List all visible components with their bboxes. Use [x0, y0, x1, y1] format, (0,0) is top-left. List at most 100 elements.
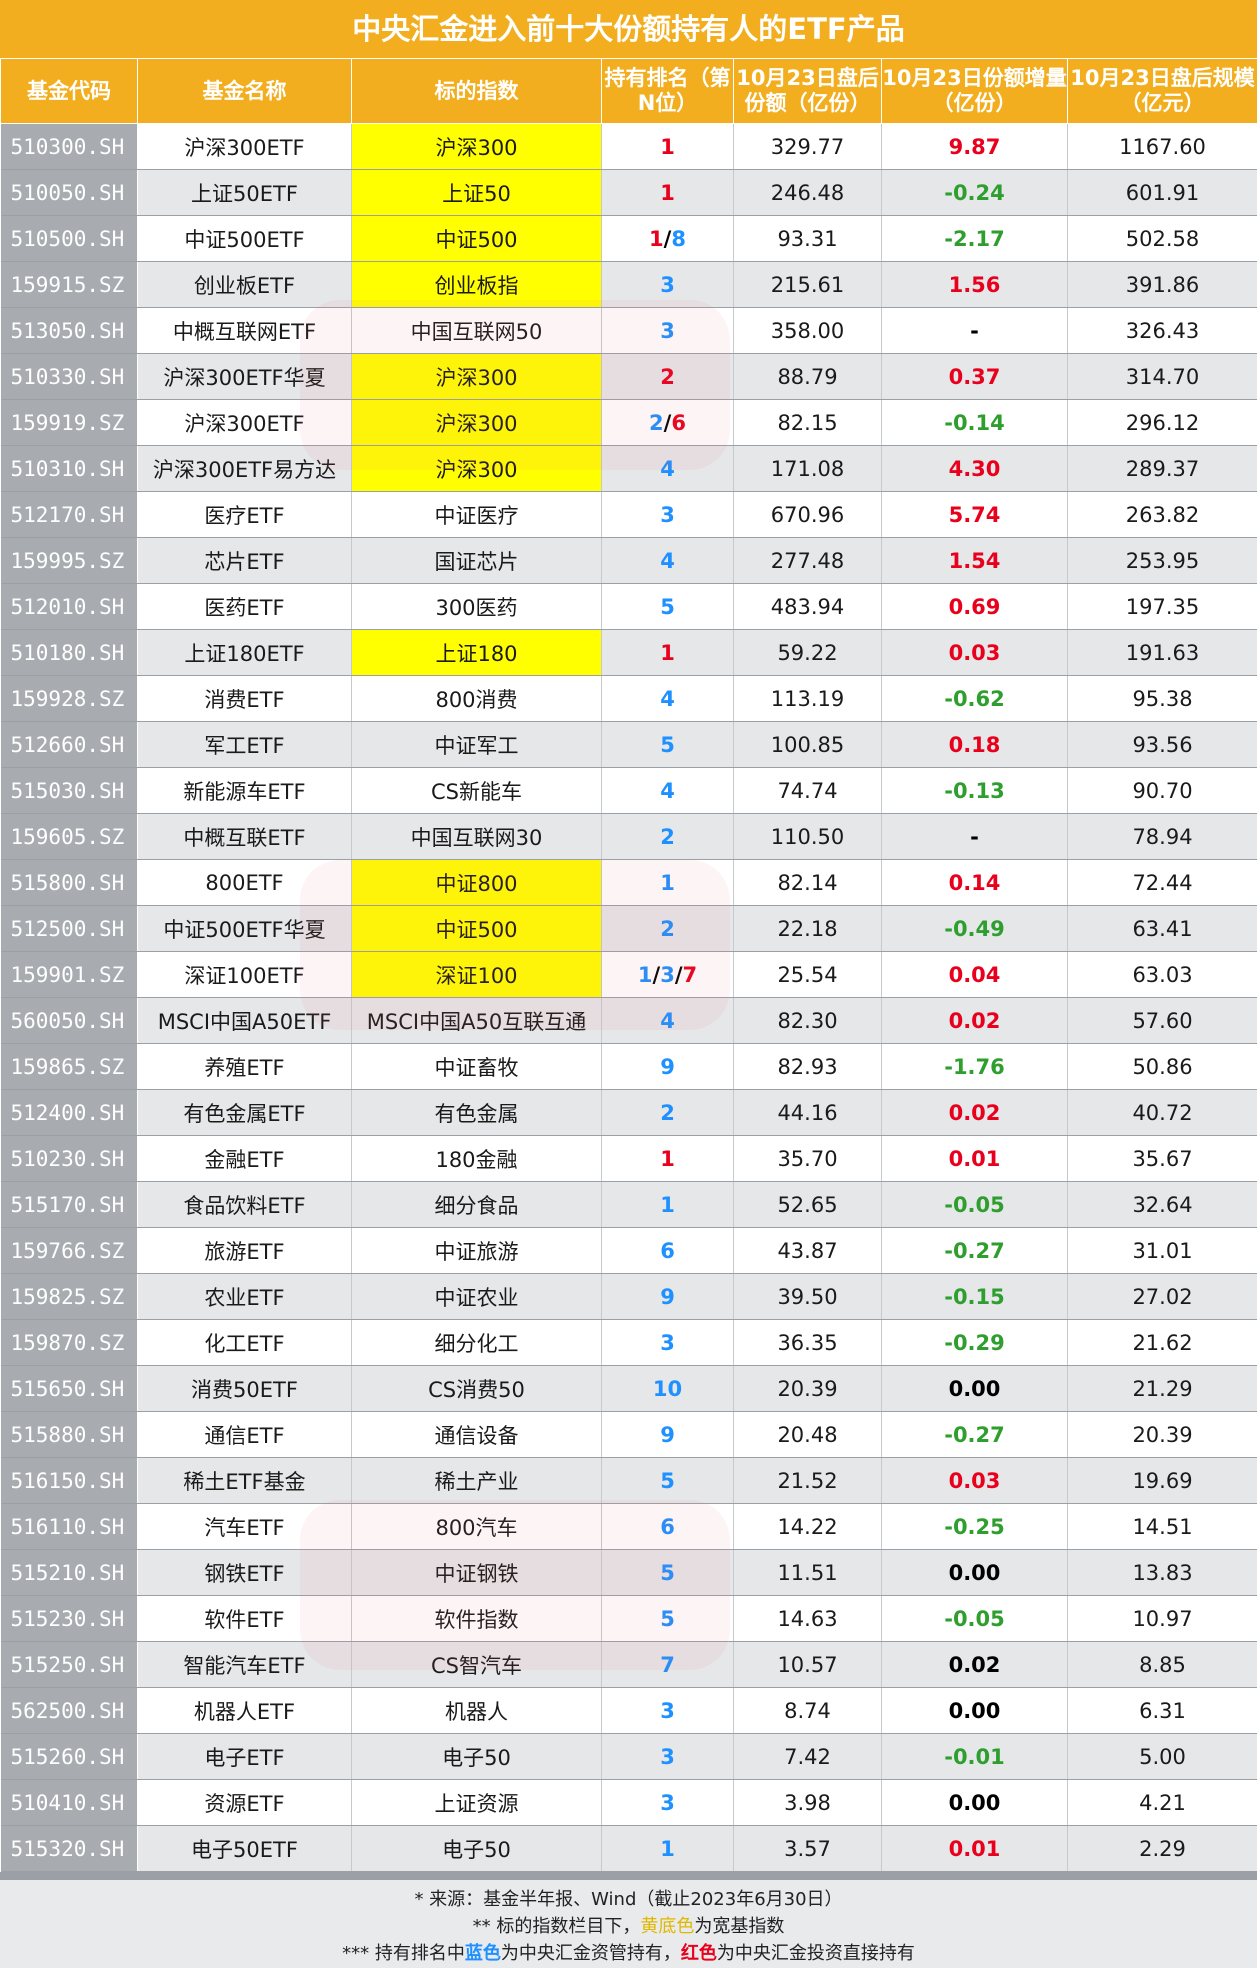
shares-cell: 670.96: [733, 491, 882, 538]
shares-cell: 74.74: [733, 767, 882, 814]
scale-cell: 63.03: [1067, 951, 1257, 998]
delta-cell: -0.24: [881, 169, 1068, 216]
index-cell: 机器人: [351, 1687, 602, 1734]
fund-code-cell: 510300.SH: [0, 123, 138, 170]
scale-cell: 27.02: [1067, 1273, 1257, 1320]
shares-cell: 358.00: [733, 307, 882, 354]
shares-cell: 10.57: [733, 1641, 882, 1688]
rank-cell: 2: [601, 813, 734, 860]
scale-cell: 197.35: [1067, 583, 1257, 630]
rank-part: 2: [660, 916, 675, 941]
scale-cell: 601.91: [1067, 169, 1257, 216]
index-cell: 中证钢铁: [351, 1549, 602, 1596]
delta-cell: 0.00: [881, 1687, 1068, 1734]
fund-name-cell: 资源ETF: [137, 1779, 352, 1826]
rank-cell: 1: [601, 123, 734, 170]
rank-part: 1: [660, 134, 675, 159]
rank-part: 1: [660, 640, 675, 665]
shares-cell: 93.31: [733, 215, 882, 262]
scale-cell: 314.70: [1067, 353, 1257, 400]
table-row: 159901.SZ 深证100ETF 深证100 1/3/7 25.54 0.04 63.0…: [0, 951, 1257, 998]
delta-cell: -0.27: [881, 1411, 1068, 1458]
fund-code-cell: 510230.SH: [0, 1135, 138, 1182]
fund-name-cell: 机器人ETF: [137, 1687, 352, 1734]
fund-code-cell: 159995.SZ: [0, 537, 138, 584]
index-cell: 800消费: [351, 675, 602, 722]
table-row: 515650.SH 消费50ETF CS消费50 10 20.39 0.00 21.29: [0, 1365, 1257, 1412]
delta-cell: 0.37: [881, 353, 1068, 400]
footnote-yellow: 黄底色: [640, 1916, 695, 1937]
fund-name-cell: 食品饮料ETF: [137, 1181, 352, 1228]
rank-cell: 5: [601, 1595, 734, 1642]
rank-cell: 1/8: [601, 215, 734, 262]
table-row: 159995.SZ 芯片ETF 国证芯片 4 277.48 1.54 253.95: [0, 537, 1257, 584]
scale-cell: 95.38: [1067, 675, 1257, 722]
table-row: 512170.SH 医疗ETF 中证医疗 3 670.96 5.74 263.82: [0, 491, 1257, 538]
shares-cell: 82.14: [733, 859, 882, 906]
footnote-blue: 蓝色: [464, 1943, 501, 1964]
footnote-text: 为宽基指数: [694, 1916, 785, 1937]
scale-cell: 13.83: [1067, 1549, 1257, 1596]
fund-code-cell: 159766.SZ: [0, 1227, 138, 1274]
scale-cell: 31.01: [1067, 1227, 1257, 1274]
delta-cell: 0.02: [881, 1641, 1068, 1688]
fund-name-cell: 沪深300ETF: [137, 123, 352, 170]
rank-part: 4: [660, 778, 675, 803]
fund-name-cell: 养殖ETF: [137, 1043, 352, 1090]
delta-cell: -0.49: [881, 905, 1068, 952]
header-rank: 持有排名（第N位）: [601, 58, 734, 124]
fund-name-cell: 金融ETF: [137, 1135, 352, 1182]
scale-cell: 5.00: [1067, 1733, 1257, 1780]
scale-cell: 8.85: [1067, 1641, 1257, 1688]
shares-cell: 215.61: [733, 261, 882, 308]
rank-cell: 3: [601, 1687, 734, 1734]
fund-code-cell: 515030.SH: [0, 767, 138, 814]
fund-code-cell: 159865.SZ: [0, 1043, 138, 1090]
fund-name-cell: 上证50ETF: [137, 169, 352, 216]
delta-cell: 0.03: [881, 629, 1068, 676]
rank-cell: 3: [601, 1779, 734, 1826]
rank-part: 3: [660, 1698, 675, 1723]
shares-cell: 88.79: [733, 353, 882, 400]
footnotes: * 来源：基金半年报、Wind（截止2023年6月30日） ** 标的指数栏目下…: [0, 1872, 1257, 1968]
rank-cell: 2: [601, 353, 734, 400]
table-row: 159865.SZ 养殖ETF 中证畜牧 9 82.93 -1.76 50.86: [0, 1043, 1257, 1090]
shares-cell: 483.94: [733, 583, 882, 630]
table-row: 515260.SH 电子ETF 电子50 3 7.42 -0.01 5.00: [0, 1733, 1257, 1780]
rank-part: 5: [660, 1606, 675, 1631]
index-cell: MSCI中国A50互联互通: [351, 997, 602, 1044]
shares-cell: 82.15: [733, 399, 882, 446]
rank-part: 7: [660, 1652, 675, 1677]
fund-code-cell: 159928.SZ: [0, 675, 138, 722]
rank-cell: 5: [601, 721, 734, 768]
fund-name-cell: 农业ETF: [137, 1273, 352, 1320]
table-row: 159915.SZ 创业板ETF 创业板指 3 215.61 1.56 391.86: [0, 261, 1257, 308]
scale-cell: 253.95: [1067, 537, 1257, 584]
shares-cell: 3.98: [733, 1779, 882, 1826]
rank-cell: 4: [601, 537, 734, 584]
rank-part: 7: [682, 962, 698, 987]
rank-part: 1: [660, 1836, 675, 1861]
scale-cell: 40.72: [1067, 1089, 1257, 1136]
rank-part: 6: [671, 410, 686, 435]
rank-cell: 1/3/7: [601, 951, 734, 998]
rank-cell: 5: [601, 583, 734, 630]
table-row: 159870.SZ 化工ETF 细分化工 3 36.35 -0.29 21.62: [0, 1319, 1257, 1366]
fund-name-cell: MSCI中国A50ETF: [137, 997, 352, 1044]
rank-cell: 7: [601, 1641, 734, 1688]
delta-cell: 0.04: [881, 951, 1068, 998]
index-cell: 国证芯片: [351, 537, 602, 584]
shares-cell: 14.22: [733, 1503, 882, 1550]
rank-part: 2: [660, 824, 675, 849]
index-cell: 细分食品: [351, 1181, 602, 1228]
rank-cell: 1: [601, 1181, 734, 1228]
rank-cell: 3: [601, 307, 734, 354]
table-row: 512400.SH 有色金属ETF 有色金属 2 44.16 0.02 40.72: [0, 1089, 1257, 1136]
shares-cell: 35.70: [733, 1135, 882, 1182]
fund-name-cell: 芯片ETF: [137, 537, 352, 584]
header-row: 基金代码 基金名称 标的指数 持有排名（第N位） 10月23日盘后份额（亿份） …: [0, 58, 1257, 124]
delta-cell: 0.02: [881, 997, 1068, 1044]
rank-part: 3: [660, 502, 675, 527]
rank-part: 10: [652, 1376, 683, 1401]
delta-cell: 9.87: [881, 123, 1068, 170]
